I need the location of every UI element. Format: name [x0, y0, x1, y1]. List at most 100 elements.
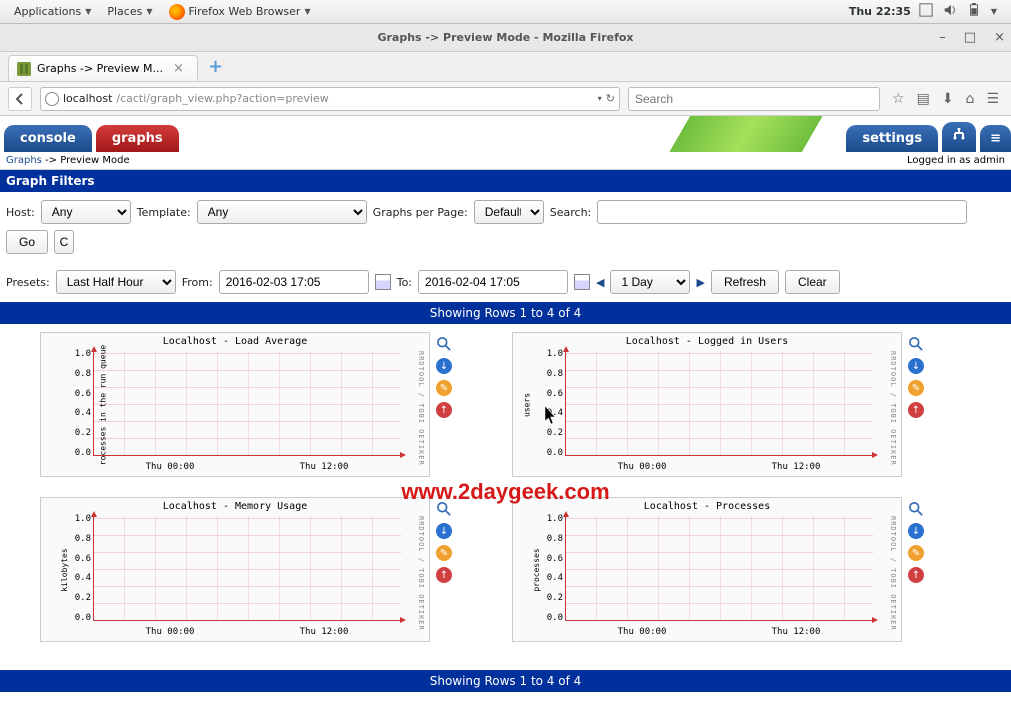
places-menu[interactable]: Places ▼: [99, 5, 160, 18]
console-tab[interactable]: console: [4, 125, 92, 152]
accessibility-icon[interactable]: [919, 3, 933, 20]
desktop-top-bar: Applications ▼ Places ▼ Firefox Web Brow…: [0, 0, 1011, 24]
zoom-icon[interactable]: [908, 336, 924, 352]
new-tab-button[interactable]: +: [208, 56, 223, 81]
applications-menu[interactable]: Applications ▼: [6, 5, 99, 18]
window-minimize-button[interactable]: –: [939, 30, 946, 45]
rrdtool-credit: RRDTOOL / TOBI OETIKER: [889, 516, 897, 631]
window-maximize-button[interactable]: □: [964, 30, 976, 45]
page-top-icon[interactable]: ↑: [908, 567, 924, 583]
reload-button[interactable]: ↻: [606, 92, 615, 105]
to-calendar-icon[interactable]: [574, 274, 590, 290]
cacti-tab-bar: console graphs settings ≡: [0, 116, 1011, 152]
x-ticks: Thu 00:00Thu 12:00: [93, 462, 401, 472]
x-ticks: Thu 00:00Thu 12:00: [565, 627, 873, 637]
settings-tab[interactable]: settings: [846, 125, 938, 152]
from-calendar-icon[interactable]: [375, 274, 391, 290]
list-view-button[interactable]: ≡: [980, 125, 1011, 152]
graph-image[interactable]: Localhost - Memory Usage kilobytes 1.00.…: [40, 497, 430, 642]
graph-title: Localhost - Memory Usage: [41, 498, 429, 515]
page-top-icon[interactable]: ↑: [436, 567, 452, 583]
browser-tab-strip: Graphs -> Preview M... × +: [0, 52, 1011, 82]
breadcrumb: Graphs -> Preview Mode Logged in as admi…: [0, 152, 1011, 170]
browser-toolbar: localhost/cacti/graph_view.php?action=pr…: [0, 82, 1011, 116]
volume-icon[interactable]: [943, 3, 957, 20]
site-identity-icon[interactable]: [45, 92, 59, 106]
x-ticks: Thu 00:00Thu 12:00: [93, 627, 401, 637]
zoom-icon[interactable]: [436, 336, 452, 352]
plot-area: [93, 351, 401, 456]
rows-banner-bottom: Showing Rows 1 to 4 of 4: [0, 670, 1011, 692]
template-select[interactable]: Any: [197, 200, 367, 224]
url-path: /cacti/graph_view.php?action=preview: [116, 92, 328, 105]
active-app[interactable]: Firefox Web Browser ▼: [161, 4, 319, 20]
page-top-icon[interactable]: ↑: [436, 402, 452, 418]
csv-export-icon[interactable]: ↓: [908, 358, 924, 374]
browser-search-box[interactable]: [628, 87, 880, 111]
clear-button[interactable]: Clear: [785, 270, 840, 294]
y-ticks: 1.00.80.60.40.20.0: [65, 349, 91, 458]
search-label: Search:: [550, 206, 592, 219]
gpp-select[interactable]: Default: [474, 200, 544, 224]
edit-graph-icon[interactable]: ✎: [436, 545, 452, 561]
clock[interactable]: Thu 22:35: [841, 5, 919, 18]
clear-top-button[interactable]: C: [54, 230, 74, 254]
from-input[interactable]: [219, 270, 369, 294]
filter-row-2: Presets: Last Half Hour From: To: ◀ 1 Da…: [0, 262, 1011, 302]
to-input[interactable]: [418, 270, 568, 294]
csv-export-icon[interactable]: ↓: [908, 523, 924, 539]
csv-export-icon[interactable]: ↓: [436, 523, 452, 539]
presets-select[interactable]: Last Half Hour: [56, 270, 176, 294]
back-button[interactable]: [8, 87, 32, 111]
x-ticks: Thu 00:00Thu 12:00: [565, 462, 873, 472]
graph-image[interactable]: Localhost - Logged in Users users 1.00.8…: [512, 332, 902, 477]
y-ticks: 1.00.80.60.40.20.0: [65, 514, 91, 623]
zoom-icon[interactable]: [908, 501, 924, 517]
page-top-icon[interactable]: ↑: [908, 402, 924, 418]
go-button[interactable]: Go: [6, 230, 48, 254]
address-bar[interactable]: localhost/cacti/graph_view.php?action=pr…: [40, 87, 620, 111]
downloads-icon[interactable]: ⬇: [942, 91, 954, 107]
tree-view-button[interactable]: [942, 122, 976, 152]
cacti-logo-swoosh: [646, 116, 846, 152]
window-title: Graphs -> Preview Mode - Mozilla Firefox: [377, 31, 633, 44]
plot-area: [93, 516, 401, 621]
firefox-icon: [169, 4, 185, 20]
graph-image[interactable]: Localhost - Load Average rocesses in the…: [40, 332, 430, 477]
graphs-tab[interactable]: graphs: [96, 125, 179, 152]
rrdtool-credit: RRDTOOL / TOBI OETIKER: [889, 351, 897, 466]
graph-cell-0: Localhost - Load Average rocesses in the…: [40, 332, 452, 477]
menu-icon[interactable]: ☰: [986, 91, 999, 107]
user-menu-icon[interactable]: ▼: [991, 7, 997, 16]
rrdtool-credit: RRDTOOL / TOBI OETIKER: [417, 516, 425, 631]
filter-row-1: Host: Any Template: Any Graphs per Page:…: [0, 192, 1011, 262]
home-icon[interactable]: ⌂: [966, 91, 975, 107]
shift-left-button[interactable]: ◀: [596, 276, 604, 289]
cacti-favicon: [17, 62, 31, 76]
browser-tab[interactable]: Graphs -> Preview M... ×: [8, 55, 198, 81]
reader-view-icon[interactable]: ▤: [917, 91, 930, 107]
shift-right-button[interactable]: ▶: [696, 276, 704, 289]
graph-cell-3: Localhost - Processes processes 1.00.80.…: [512, 497, 924, 642]
history-dropdown-icon[interactable]: ▾: [598, 94, 602, 103]
url-host: localhost: [63, 92, 112, 105]
bookmark-star-icon[interactable]: ☆: [892, 91, 905, 107]
window-close-button[interactable]: ×: [994, 30, 1005, 45]
zoom-icon[interactable]: [436, 501, 452, 517]
tab-close-button[interactable]: ×: [173, 61, 184, 76]
breadcrumb-root[interactable]: Graphs: [6, 155, 42, 166]
rows-banner-top: Showing Rows 1 to 4 of 4: [0, 302, 1011, 324]
browser-search-input[interactable]: [635, 92, 873, 106]
timespan-select[interactable]: 1 Day: [610, 270, 690, 294]
csv-export-icon[interactable]: ↓: [436, 358, 452, 374]
edit-graph-icon[interactable]: ✎: [908, 380, 924, 396]
graph-image[interactable]: Localhost - Processes processes 1.00.80.…: [512, 497, 902, 642]
edit-graph-icon[interactable]: ✎: [908, 545, 924, 561]
search-input[interactable]: [597, 200, 967, 224]
refresh-button[interactable]: Refresh: [711, 270, 779, 294]
edit-graph-icon[interactable]: ✎: [436, 380, 452, 396]
battery-icon[interactable]: [967, 3, 981, 20]
host-select[interactable]: Any: [41, 200, 131, 224]
gpp-label: Graphs per Page:: [373, 206, 468, 219]
y-ticks: 1.00.80.60.40.20.0: [537, 349, 563, 458]
